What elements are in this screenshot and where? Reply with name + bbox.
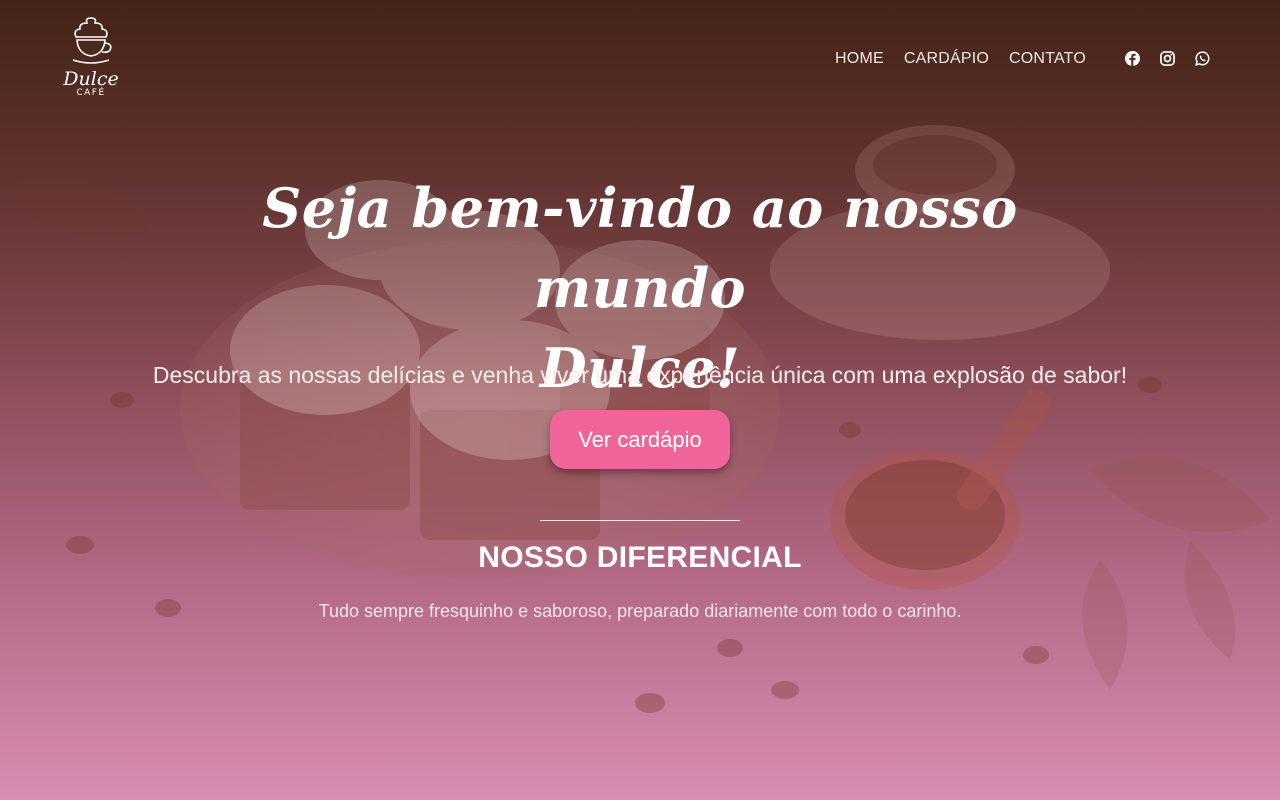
social-links <box>1125 51 1210 66</box>
whatsapp-icon[interactable] <box>1195 51 1210 66</box>
site-header: Dulce CAFÉ HOME CARDÁPIO CONTATO <box>0 0 1280 120</box>
brand-name: Dulce <box>63 68 119 90</box>
facebook-icon[interactable] <box>1125 51 1140 66</box>
hero-headline-line-1: Seja bem-vindo ao nosso mundo <box>262 176 1018 320</box>
differential-title: NOSSO DIFERENCIAL <box>478 541 802 574</box>
nav-home-link[interactable]: HOME <box>835 50 884 68</box>
main-nav: HOME CARDÁPIO CONTATO <box>835 50 1086 68</box>
nav-cardapio-link[interactable]: CARDÁPIO <box>904 50 989 68</box>
brand-logo[interactable]: Dulce CAFÉ <box>58 14 124 106</box>
ver-cardapio-button[interactable]: Ver cardápio <box>550 410 730 469</box>
instagram-icon[interactable] <box>1160 51 1175 66</box>
nav-contato-link[interactable]: CONTATO <box>1009 50 1086 68</box>
section-divider <box>540 520 740 521</box>
hero-tagline: Descubra as nossas delícias e venha vive… <box>152 362 1128 388</box>
cupcake-logo-icon <box>72 17 112 64</box>
differential-text: Tudo sempre fresquinho e saboroso, prepa… <box>318 601 962 621</box>
